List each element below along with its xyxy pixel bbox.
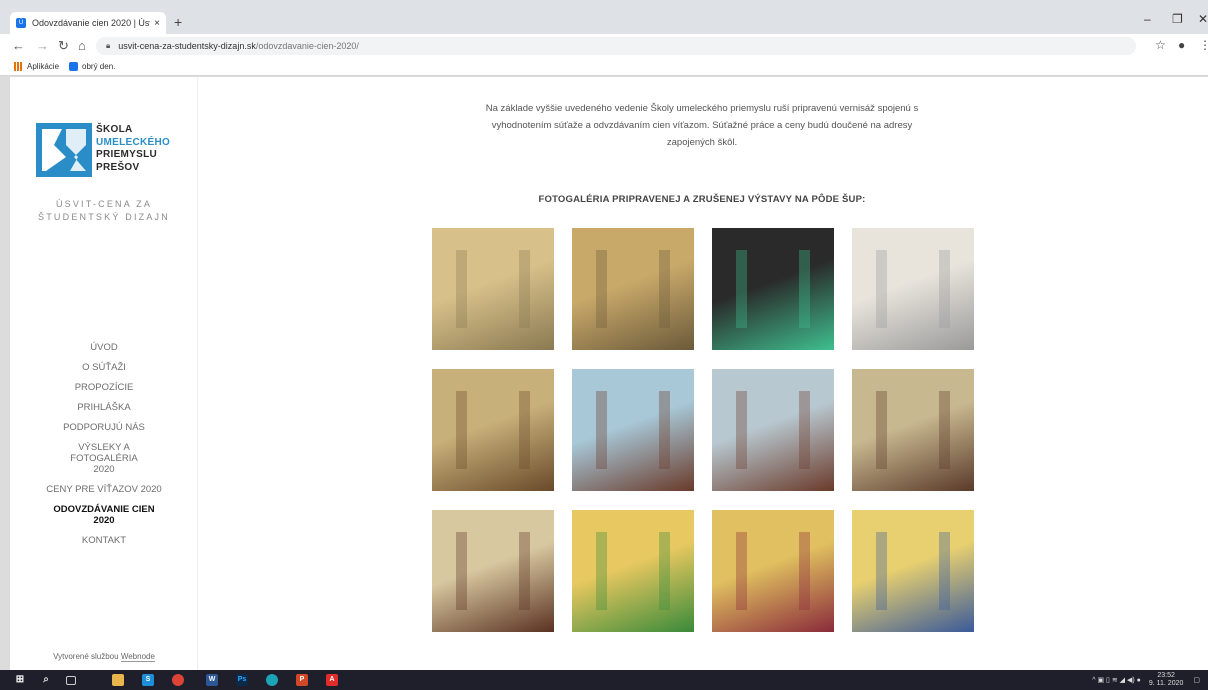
photo-detail bbox=[876, 249, 950, 329]
bookmark-label: Aplikácie bbox=[27, 62, 60, 71]
menu-item-ceny[interactable]: CENY PRE VÍŤAZOV 2020 bbox=[10, 484, 198, 495]
photo-vitrine-2[interactable] bbox=[572, 369, 694, 491]
menu-item-o-sutazi[interactable]: O SÚŤAŽI bbox=[10, 362, 198, 373]
restore-button[interactable]: ❐ bbox=[1172, 12, 1183, 26]
new-tab-button[interactable]: + bbox=[174, 14, 182, 30]
home-icon[interactable]: ⌂ bbox=[78, 38, 86, 53]
photo-detail bbox=[456, 249, 530, 329]
menu-item-uvod[interactable]: ÚVOD bbox=[10, 342, 198, 353]
photo-wall-paintings-2[interactable] bbox=[712, 510, 834, 632]
clock-time: 23:52 bbox=[1157, 672, 1175, 679]
webnode-link[interactable]: Webnode bbox=[120, 652, 155, 662]
clock[interactable]: 23:52 9. 11. 2020 bbox=[1149, 672, 1184, 688]
browser-tab[interactable]: Ú Odovzdávanie cien 2020 | Úsvit × bbox=[10, 12, 166, 34]
tab-close-icon[interactable]: × bbox=[154, 18, 160, 29]
photo-gallery bbox=[432, 228, 974, 632]
intro-paragraph: Na základe vyššie uvedeného vedenie Škol… bbox=[485, 103, 919, 148]
photo-detail bbox=[596, 390, 670, 470]
photo-detail bbox=[736, 531, 810, 611]
lock-icon: 🔒︎ bbox=[106, 41, 111, 50]
chrome-icon[interactable] bbox=[172, 674, 184, 686]
apps-grid-icon bbox=[14, 62, 23, 71]
bookmark-obry-den[interactable]: obrý den. bbox=[69, 62, 115, 71]
word-icon[interactable]: W bbox=[206, 674, 218, 686]
back-arrow-icon[interactable]: ← bbox=[12, 38, 25, 53]
site-name[interactable]: ÚSVIT-CENA ZA ŠTUDENTSKÝ DIZAJN bbox=[10, 198, 198, 224]
main-menu: ÚVOD O SÚŤAŽI PROPOZÍCIE PRIHLÁŠKA PODPO… bbox=[10, 342, 198, 555]
site-name-line: ÚSVIT-CENA ZA bbox=[55, 199, 153, 209]
site-favicon-icon: Ú bbox=[16, 18, 26, 28]
powerpoint-icon[interactable]: P bbox=[296, 674, 308, 686]
logo-line: PREŠOV bbox=[96, 161, 140, 173]
photo-detail bbox=[736, 390, 810, 470]
windows-taskbar: ⊞ ⌕ S W Ps P A ^ ▣ ▯ ≋ ◢ ◀) ● 23:52 9. 1… bbox=[0, 670, 1208, 690]
search-icon[interactable]: ⌕ bbox=[40, 674, 52, 686]
file-explorer-icon[interactable] bbox=[112, 674, 124, 686]
reload-icon[interactable]: ↻ bbox=[58, 38, 69, 54]
browser-toolbar: ← → ↻ ⌂ 🔒︎ usvit-cena-za-studentsky-diza… bbox=[0, 34, 1208, 58]
menu-item-prihlaska[interactable]: PRIHLÁŠKA bbox=[10, 402, 198, 413]
photo-detail bbox=[456, 531, 530, 611]
gallery-title: FOTOGALÉRIA PRIPRAVENEJ A ZRUŠENEJ VÝSTA… bbox=[538, 194, 866, 205]
tab-title: Odovzdávanie cien 2020 | Úsvit bbox=[32, 18, 151, 28]
photo-vitrine-3[interactable] bbox=[712, 369, 834, 491]
footer-prefix: Vytvorené službou bbox=[53, 652, 119, 661]
url-path: /odovzdavanie-cien-2020/ bbox=[255, 41, 359, 51]
edge-icon[interactable] bbox=[266, 674, 278, 686]
menu-item-odovzdavanie[interactable]: ODOVZDÁVANIE CIEN 2020 bbox=[10, 504, 198, 526]
photo-dress[interactable] bbox=[852, 228, 974, 350]
menu-item-kontakt[interactable]: KONTAKT bbox=[10, 535, 198, 546]
bookmark-label: obrý den. bbox=[82, 62, 116, 71]
task-view-icon[interactable] bbox=[66, 676, 76, 685]
notification-icon[interactable]: ▢ bbox=[1193, 676, 1200, 684]
menu-item-podporuju-nas[interactable]: PODPORUJÚ NÁS bbox=[10, 422, 198, 433]
logo-line: UMELECKÉHO bbox=[96, 136, 171, 148]
browser-tabbar: Ú Odovzdávanie cien 2020 | Úsvit × + – ❐… bbox=[0, 0, 1208, 34]
bookmarks-bar: Aplikácie obrý den. bbox=[0, 58, 1208, 76]
photo-detail bbox=[876, 531, 950, 611]
web-page: ŠKOLA UMELECKÉHO PRIEMYSLU PREŠOV ÚSVIT-… bbox=[10, 77, 1208, 670]
url-host: usvit-cena-za-studentsky-dizajn.sk bbox=[118, 41, 256, 51]
photo-detail bbox=[596, 531, 670, 611]
profile-icon[interactable]: ● bbox=[1178, 38, 1185, 52]
menu-item-propozicie[interactable]: PROPOZÍCIE bbox=[10, 382, 198, 393]
bookmark-apps[interactable]: Aplikácie bbox=[14, 62, 59, 71]
acrobat-icon[interactable]: A bbox=[326, 674, 338, 686]
photo-vitrine-5[interactable] bbox=[432, 510, 554, 632]
photo-wall-paintings-3[interactable] bbox=[852, 510, 974, 632]
windows-start-icon[interactable]: ⊞ bbox=[14, 674, 26, 686]
photo-vitrine-4[interactable] bbox=[852, 369, 974, 491]
photo-detail bbox=[456, 390, 530, 470]
bookmark-favicon-icon bbox=[69, 62, 79, 71]
logo-line: PRIEMYSLU bbox=[96, 149, 158, 160]
footer-credit: Vytvorené službou Webnode bbox=[10, 652, 198, 662]
photo-detail bbox=[876, 390, 950, 470]
tray-icons[interactable]: ^ ▣ ▯ ≋ ◢ ◀) ● bbox=[1092, 676, 1141, 684]
clock-date: 9. 11. 2020 bbox=[1148, 680, 1184, 687]
main-content: Na základe vyššie uvedeného vedenie Škol… bbox=[198, 77, 1208, 670]
menu-item-vysledky[interactable]: VÝSLEKY A FOTOGALÉRIA 2020 bbox=[10, 442, 198, 475]
photo-hall-2[interactable] bbox=[572, 228, 694, 350]
logo-line: ŠKOLA bbox=[96, 124, 133, 135]
minimize-button[interactable]: – bbox=[1144, 12, 1151, 26]
system-tray: ^ ▣ ▯ ≋ ◢ ◀) ● 23:52 9. 11. 2020 ▢ bbox=[1092, 672, 1200, 688]
address-bar[interactable]: 🔒︎ usvit-cena-za-studentsky-dizajn.sk/od… bbox=[96, 37, 1136, 55]
star-bookmark-icon[interactable]: ☆ bbox=[1155, 38, 1166, 52]
photo-wall-paintings-1[interactable] bbox=[572, 510, 694, 632]
photo-detail bbox=[596, 249, 670, 329]
photo-detail bbox=[736, 249, 810, 329]
skype-icon[interactable]: S bbox=[142, 674, 154, 686]
photoshop-icon[interactable]: Ps bbox=[236, 674, 248, 686]
logo-wordmark: ŠKOLA UMELECKÉHO PRIEMYSLU PREŠOV bbox=[96, 124, 170, 174]
site-name-line: ŠTUDENTSKÝ DIZAJN bbox=[38, 212, 170, 222]
photo-vitrine-1[interactable] bbox=[432, 369, 554, 491]
forward-arrow-icon[interactable]: → bbox=[36, 38, 49, 53]
menu-kebab-icon[interactable]: ⋮ bbox=[1199, 38, 1208, 52]
close-window-button[interactable]: ✕ bbox=[1198, 12, 1208, 26]
sidebar: ŠKOLA UMELECKÉHO PRIEMYSLU PREŠOV ÚSVIT-… bbox=[10, 77, 198, 670]
photo-hall-1[interactable] bbox=[432, 228, 554, 350]
photo-portrait-painting[interactable] bbox=[712, 228, 834, 350]
